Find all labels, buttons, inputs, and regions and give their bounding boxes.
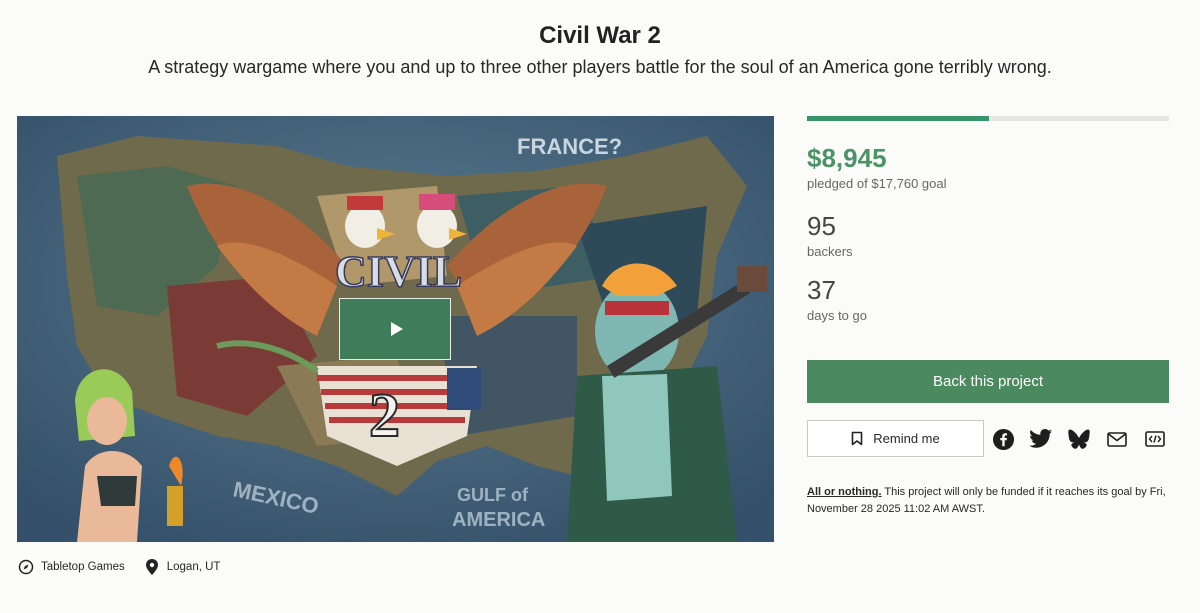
compass-icon xyxy=(17,558,35,576)
play-video-button[interactable] xyxy=(339,298,451,360)
back-project-button[interactable]: Back this project xyxy=(807,360,1169,403)
svg-text:FRANCE?: FRANCE? xyxy=(517,134,622,159)
funding-progress-fill xyxy=(807,116,990,121)
project-title: Civil War 2 xyxy=(539,22,661,49)
funding-sidebar: $8,945 pledged of $17,760 goal 95 backer… xyxy=(807,116,1169,515)
backers-count: 95 xyxy=(807,211,836,241)
bluesky-icon[interactable] xyxy=(1067,427,1091,451)
svg-text:AMERICA: AMERICA xyxy=(452,509,545,531)
days-to-go-label: days to go xyxy=(807,308,867,323)
svg-text:2: 2 xyxy=(369,382,400,450)
play-icon xyxy=(391,322,403,336)
pledged-goal-label: pledged of $17,760 goal xyxy=(807,176,947,191)
remind-me-label: Remind me xyxy=(873,431,940,446)
days-to-go-count: 37 xyxy=(807,275,836,305)
funding-progress-bar xyxy=(807,116,1169,121)
remind-me-button[interactable]: Remind me xyxy=(807,420,984,457)
all-or-nothing-notice: All or nothing. This project will only b… xyxy=(807,484,1169,518)
category-label: Tabletop Games xyxy=(41,561,125,573)
location-link[interactable]: Logan, UT xyxy=(143,558,221,576)
svg-text:CIVIL: CIVIL xyxy=(335,247,462,296)
embed-icon[interactable] xyxy=(1143,427,1167,451)
project-meta: Tabletop Games Logan, UT xyxy=(17,558,238,576)
facebook-icon[interactable] xyxy=(991,427,1015,451)
twitter-icon[interactable] xyxy=(1029,427,1053,451)
bookmark-icon xyxy=(851,431,863,446)
project-blurb: A strategy wargame where you and up to t… xyxy=(148,57,1052,77)
backers-label: backers xyxy=(807,244,853,259)
map-pin-icon xyxy=(143,558,161,576)
project-video[interactable]: FRANCE? MEXICO GULF of AMERICA CIVIL 2 xyxy=(17,116,774,542)
location-label: Logan, UT xyxy=(166,561,221,573)
svg-text:GULF of: GULF of xyxy=(457,485,529,505)
pledged-amount: $8,945 xyxy=(807,143,887,173)
share-icons xyxy=(991,427,1167,451)
all-or-nothing-link[interactable]: All or nothing. xyxy=(807,486,882,498)
category-link[interactable]: Tabletop Games xyxy=(17,558,125,576)
email-icon[interactable] xyxy=(1105,427,1129,451)
